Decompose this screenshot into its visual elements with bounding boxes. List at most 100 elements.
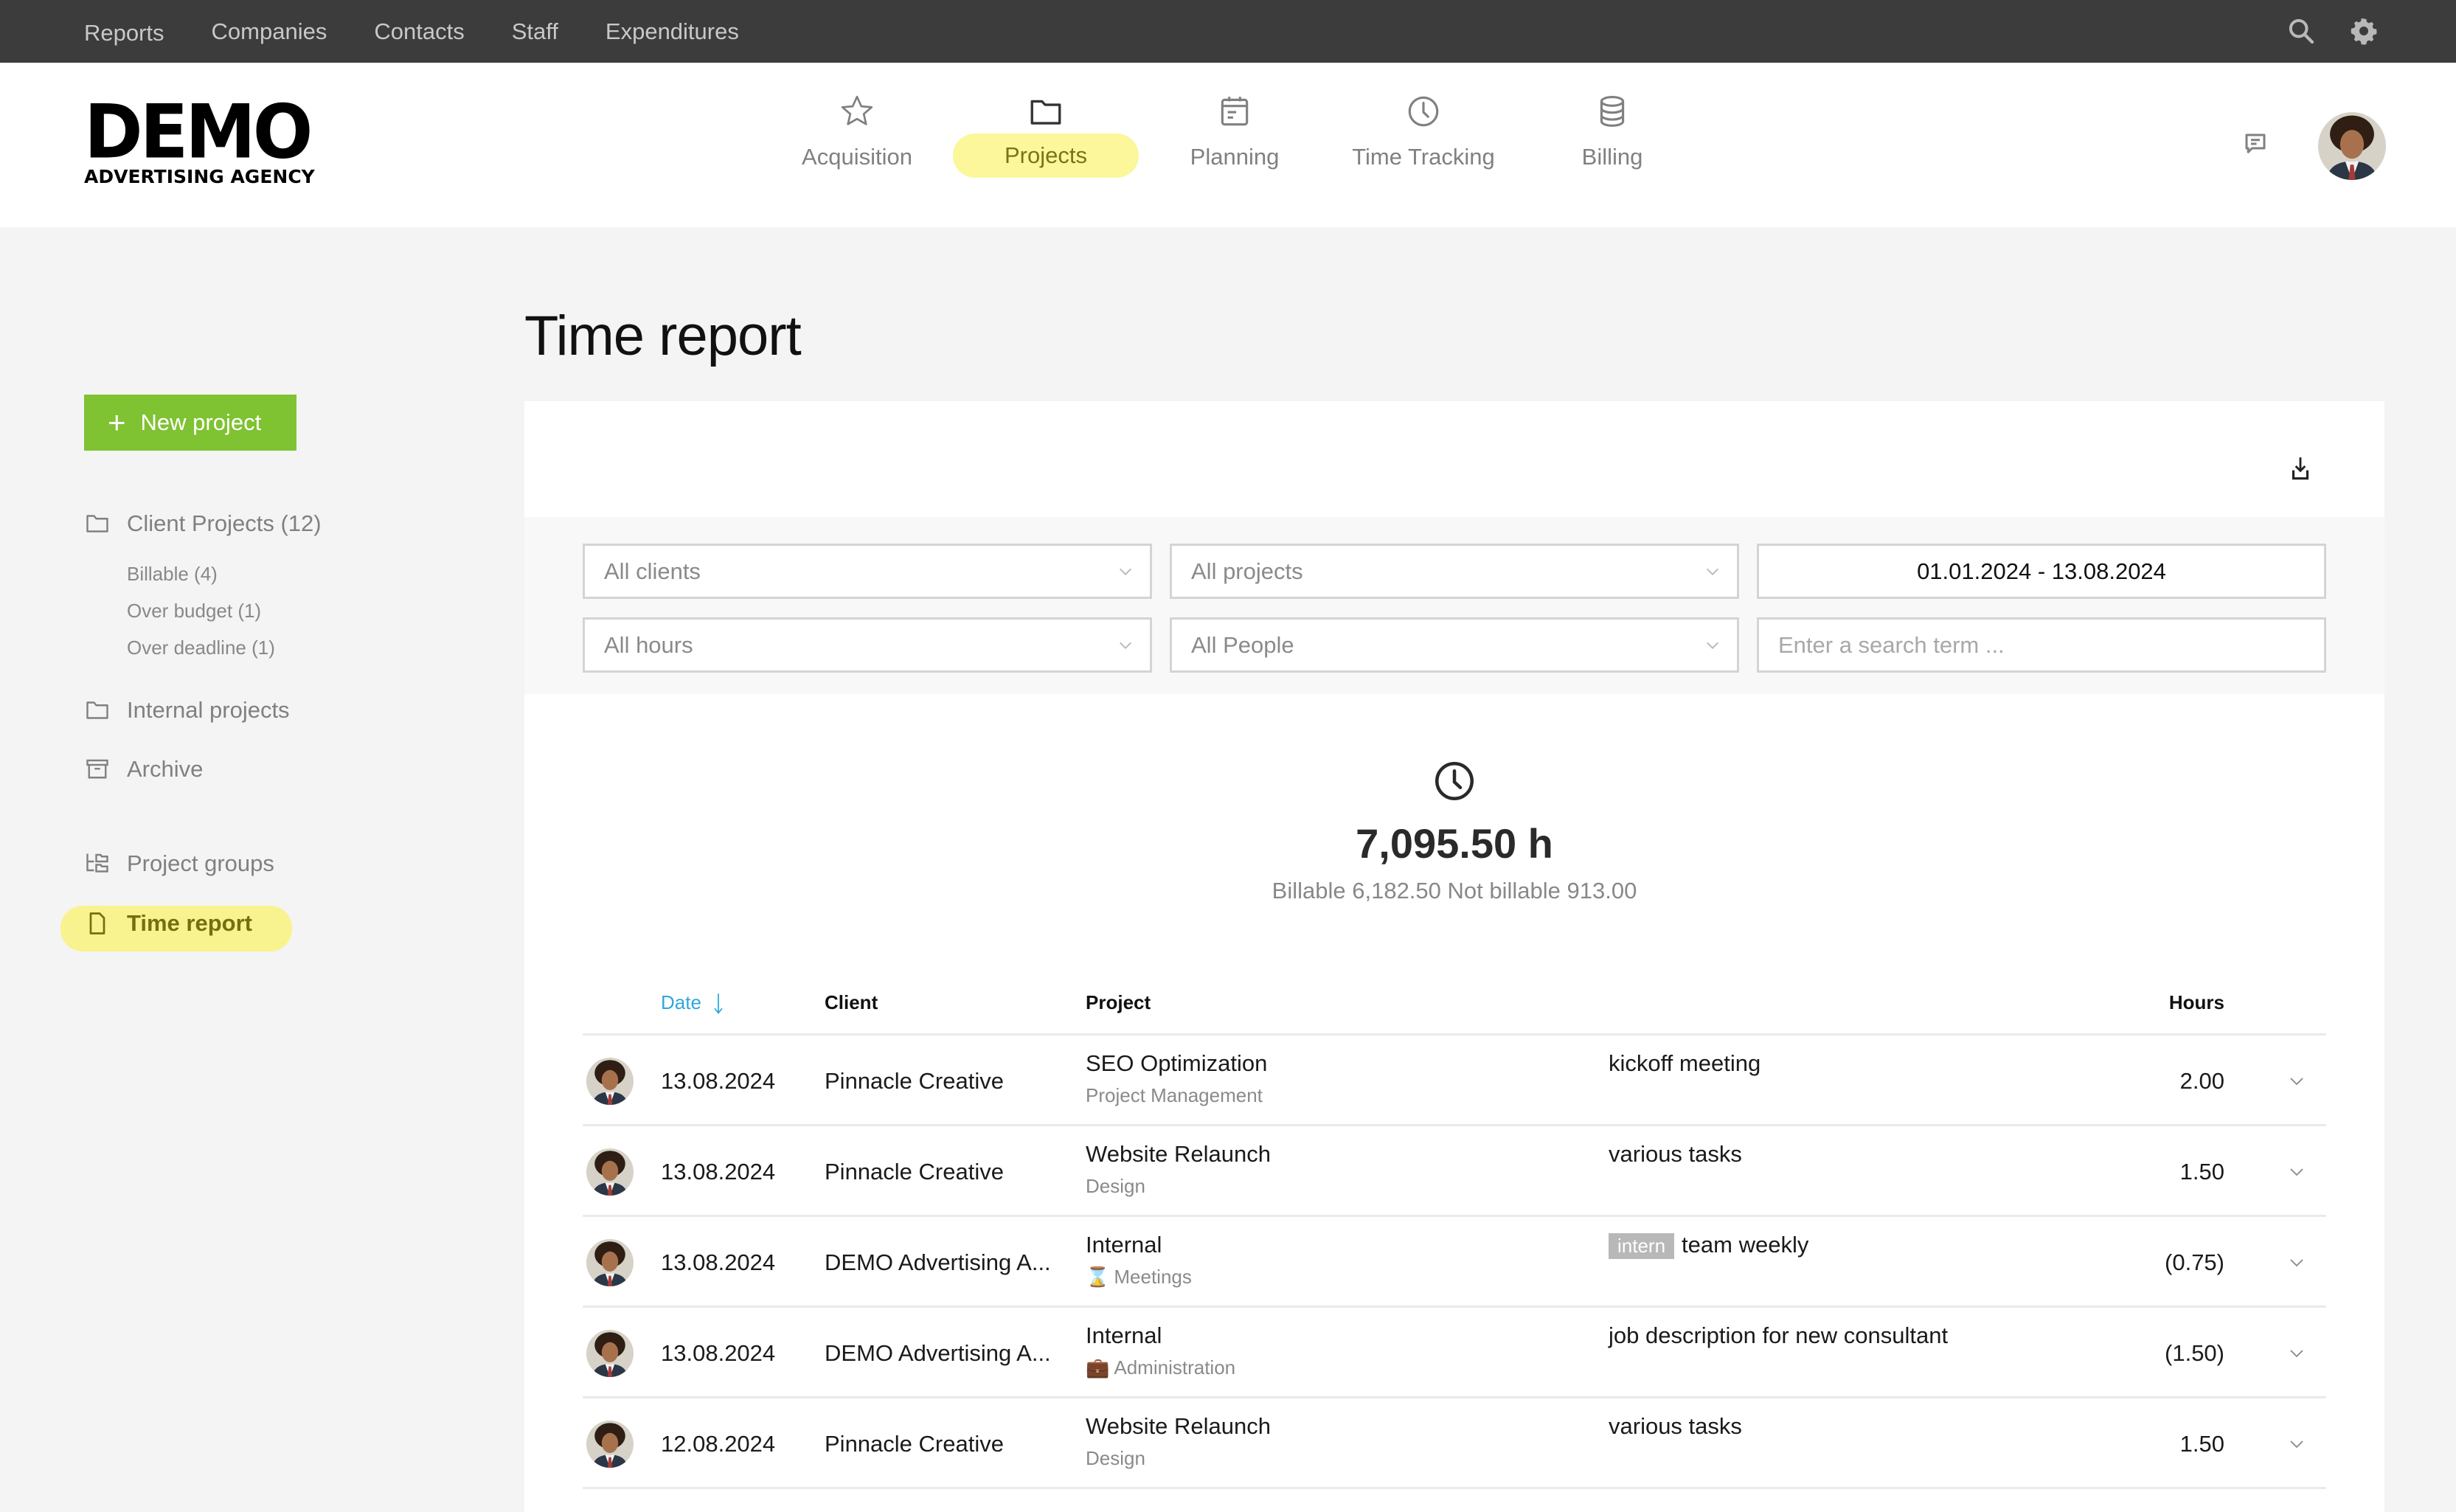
entry-note-text: kickoff meeting xyxy=(1609,1050,1761,1076)
search-input[interactable] xyxy=(1778,631,2324,659)
nav-planning[interactable]: Planning xyxy=(1139,92,1331,175)
sidebar-item-internal-projects[interactable]: Internal projects xyxy=(84,697,290,724)
nav-label: Planning xyxy=(1190,144,1280,170)
search-icon[interactable] xyxy=(2286,16,2316,46)
entry-task: Design xyxy=(1086,1175,1145,1198)
entry-client: DEMO Advertising A... xyxy=(825,1340,1051,1366)
table-body: 13.08.2024 Pinnacle Creative SEO Optimiz… xyxy=(583,1036,2326,1489)
sidebar-item-label: Archive xyxy=(127,756,204,782)
hours-summary: 7,095.50 h Billable 6,182.50 Not billabl… xyxy=(524,759,2384,904)
logo-main-text: DEMO xyxy=(84,89,313,176)
folder-icon xyxy=(1030,100,1061,125)
column-header-date[interactable]: Date xyxy=(661,991,724,1015)
clients-select[interactable]: All clients xyxy=(583,544,1152,599)
sidebar-item-client-projects[interactable]: Client Projects (12) xyxy=(84,510,322,537)
nav-projects[interactable]: Projects xyxy=(950,92,1142,178)
hours-select[interactable]: All hours xyxy=(583,617,1152,673)
entry-note: kickoff meeting xyxy=(1609,1050,1761,1077)
entry-hours: 1.50 xyxy=(2179,1431,2224,1457)
projects-select[interactable]: All projects xyxy=(1170,544,1739,599)
people-select-value: All People xyxy=(1191,631,1294,658)
entry-note: various tasks xyxy=(1609,1141,1742,1168)
entry-hours: 2.00 xyxy=(2179,1068,2224,1094)
top-nav-companies[interactable]: Companies xyxy=(212,18,327,45)
nav-acquisition[interactable]: Acquisition xyxy=(761,92,953,175)
download-icon[interactable] xyxy=(2286,454,2314,484)
sidebar-sub-over-budget[interactable]: Over budget (1) xyxy=(127,600,261,623)
sidebar-item-time-report[interactable]: Time report xyxy=(84,910,252,937)
sidebar-item-label: Project groups xyxy=(127,850,274,876)
avatar-image xyxy=(586,1421,634,1468)
top-nav-expenditures[interactable]: Expenditures xyxy=(606,18,739,45)
task-emoji-icon: ⌛ xyxy=(1086,1266,1110,1288)
page-title: Time report xyxy=(524,305,802,367)
date-range-picker[interactable]: 01.01.2024 - 13.08.2024 xyxy=(1757,544,2326,599)
chevron-down-icon[interactable] xyxy=(2288,1072,2306,1090)
task-emoji-icon: 💼 xyxy=(1086,1356,1110,1379)
column-header-client[interactable]: Client xyxy=(825,991,878,1014)
entry-project: Website Relaunch xyxy=(1086,1413,1272,1439)
top-nav-reports[interactable]: Reports xyxy=(84,20,164,46)
entry-client: Pinnacle Creative xyxy=(825,1159,1004,1185)
column-header-hours[interactable]: Hours xyxy=(2169,991,2224,1014)
folder-icon xyxy=(86,515,108,533)
calendar-icon xyxy=(1221,97,1249,126)
new-project-button[interactable]: + New project xyxy=(84,395,296,451)
entry-task-label: Administration xyxy=(1114,1356,1236,1379)
nav-time-tracking[interactable]: Time Tracking xyxy=(1328,92,1519,175)
sidebar-sub-billable[interactable]: Billable (4) xyxy=(127,563,218,586)
entry-task: ⌛ Meetings xyxy=(1086,1266,1192,1289)
clock-icon xyxy=(1435,762,1474,800)
entry-note-text: team weekly xyxy=(1682,1232,1809,1258)
sidebar-item-archive[interactable]: Archive xyxy=(84,756,203,783)
time-entries-table: Date Client Project Hours 13.08.2024 Pin… xyxy=(583,991,2326,1489)
app-header: DEMO ADVERTISING AGENCY Acquisition Proj… xyxy=(0,63,2456,227)
chevron-down-icon xyxy=(1707,642,1718,649)
table-row[interactable]: 12.08.2024 Pinnacle Creative Website Rel… xyxy=(583,1398,2326,1489)
top-nav-contacts[interactable]: Contacts xyxy=(374,18,464,45)
chevron-down-icon[interactable] xyxy=(2288,1435,2306,1453)
chevron-down-icon[interactable] xyxy=(2288,1163,2306,1181)
arrow-down-icon xyxy=(714,993,723,1015)
company-logo[interactable]: DEMO ADVERTISING AGENCY xyxy=(84,89,315,187)
entry-hours: (0.75) xyxy=(2165,1249,2224,1275)
nav-billing[interactable]: Billing xyxy=(1516,92,1708,175)
tag-badge: intern xyxy=(1609,1233,1675,1260)
project-groups-icon xyxy=(86,853,108,873)
entry-task-label: Design xyxy=(1086,1175,1145,1197)
chevron-down-icon[interactable] xyxy=(2288,1254,2306,1272)
new-project-label: New project xyxy=(140,409,262,435)
people-select[interactable]: All People xyxy=(1170,617,1739,673)
user-avatar[interactable] xyxy=(2318,112,2386,180)
table-row[interactable]: 13.08.2024 DEMO Advertising A... Interna… xyxy=(583,1308,2326,1398)
top-nav-staff[interactable]: Staff xyxy=(512,18,558,45)
table-header: Date Client Project Hours xyxy=(583,991,2326,1036)
time-report-card: All clients All projects 01.01.2024 - 13… xyxy=(524,401,2384,1512)
gear-icon[interactable] xyxy=(2349,16,2379,46)
entry-task-label: Meetings xyxy=(1114,1266,1192,1288)
plus-icon: + xyxy=(108,405,126,440)
column-header-date-label: Date xyxy=(661,991,701,1013)
clients-select-value: All clients xyxy=(604,558,701,584)
entry-note: various tasks xyxy=(1609,1413,1742,1440)
user-avatar xyxy=(586,1239,634,1286)
entry-date: 13.08.2024 xyxy=(661,1068,776,1094)
message-icon[interactable] xyxy=(2242,131,2269,157)
search-field[interactable] xyxy=(1757,617,2326,673)
table-row[interactable]: 13.08.2024 DEMO Advertising A... Interna… xyxy=(583,1217,2326,1308)
sidebar-sub-over-deadline[interactable]: Over deadline (1) xyxy=(127,637,275,659)
archive-icon xyxy=(86,759,108,779)
entry-hours: 1.50 xyxy=(2179,1159,2224,1185)
sidebar-item-label: Internal projects xyxy=(127,697,290,723)
sidebar-item-project-groups[interactable]: Project groups xyxy=(84,850,274,877)
chevron-down-icon[interactable] xyxy=(2288,1345,2306,1362)
entry-note-text: job description for new consultant xyxy=(1609,1322,1949,1348)
user-avatar xyxy=(586,1421,634,1468)
entry-task: 💼 Administration xyxy=(1086,1356,1235,1379)
table-row[interactable]: 13.08.2024 Pinnacle Creative SEO Optimiz… xyxy=(583,1036,2326,1126)
avatar-image xyxy=(2318,112,2386,180)
column-header-project[interactable]: Project xyxy=(1086,991,1151,1014)
chevron-down-icon xyxy=(1120,642,1131,649)
table-row[interactable]: 13.08.2024 Pinnacle Creative Website Rel… xyxy=(583,1126,2326,1217)
database-icon xyxy=(1600,96,1625,127)
